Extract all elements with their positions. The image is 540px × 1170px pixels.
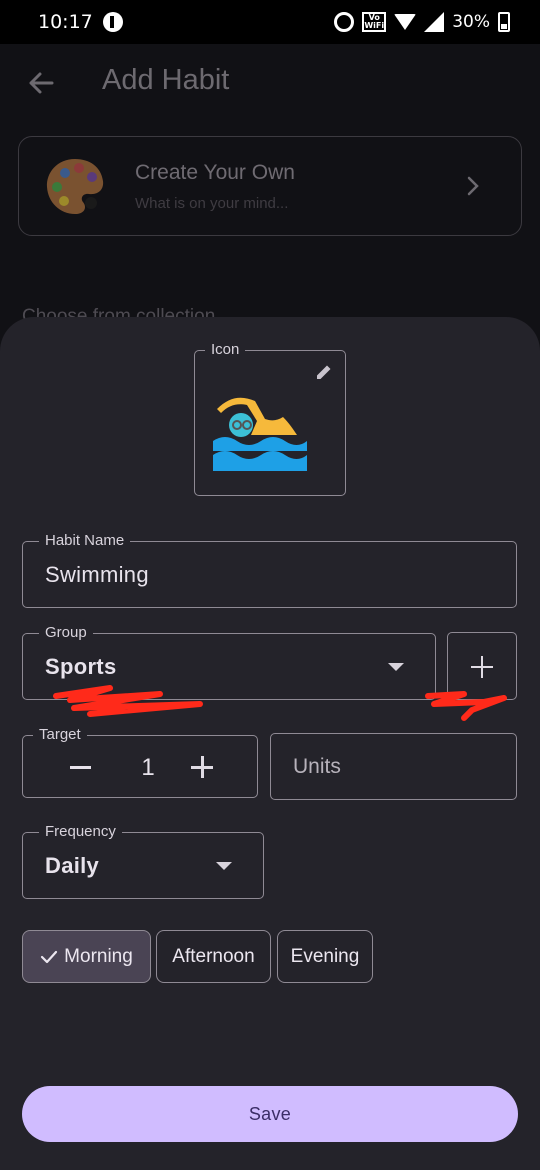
edit-icon[interactable] [315,363,333,381]
check-icon [41,950,58,963]
red-scribble-mark [425,691,507,721]
group-label: Group [39,623,93,643]
create-card-subtitle: What is on your mind... [135,195,289,212]
notification-app-icon [102,12,123,32]
signal-icon [424,12,445,32]
chip-label: Evening [290,945,360,967]
plus-icon[interactable] [191,756,213,778]
save-label: Save [248,1103,292,1124]
habit-name-label: Habit Name [39,531,131,551]
palette-icon [46,159,104,215]
frequency-dropdown[interactable]: Frequency Daily [22,822,264,899]
status-bar-left: 10:17 [38,11,123,33]
vowifi-bottom-text: WiFi [364,21,385,30]
status-bar: 10:17 Vo WiFi 30% [0,0,540,44]
swimmer-icon [213,397,307,471]
units-field[interactable]: Units [270,733,517,800]
red-scribble-mark [53,685,203,717]
status-bar-right: Vo WiFi 30% [334,12,510,32]
minus-icon[interactable] [70,766,91,769]
create-card-title: Create Your Own [135,161,295,184]
chevron-right-icon [467,176,479,196]
icon-label: Icon [205,340,246,360]
chip-morning[interactable]: Morning [22,930,151,983]
target-stepper[interactable]: Target 1 [22,725,258,798]
app-bar: Add Habit [0,44,540,124]
save-button[interactable]: Save [22,1086,518,1142]
chip-label: Morning [64,945,133,967]
page-title: Add Habit [102,64,230,96]
dropdown-arrow-icon [388,663,404,671]
plus-icon [471,656,493,678]
arrow-left-icon[interactable] [26,68,56,98]
target-value: 1 [141,754,155,781]
create-your-own-card[interactable]: Create Your Own What is on your mind... [18,136,522,236]
alarm-icon [334,12,355,32]
group-value: Sports [45,654,117,679]
vowifi-icon: Vo WiFi [362,12,387,32]
frequency-value: Daily [45,853,100,878]
units-placeholder: Units [293,755,341,778]
chip-afternoon[interactable]: Afternoon [156,930,271,983]
battery-percent: 30% [452,12,490,32]
chip-label: Afternoon [172,945,255,967]
target-label: Target [33,725,87,745]
habit-name-value: Swimming [45,562,149,587]
wifi-icon [394,14,417,30]
status-time: 10:17 [38,11,93,33]
habit-name-field[interactable]: Habit Name Swimming [22,531,517,608]
chip-evening[interactable]: Evening [277,930,373,983]
dropdown-arrow-icon [216,862,232,870]
icon-picker[interactable]: Icon [194,340,346,496]
frequency-label: Frequency [39,822,122,842]
battery-icon [498,12,510,32]
